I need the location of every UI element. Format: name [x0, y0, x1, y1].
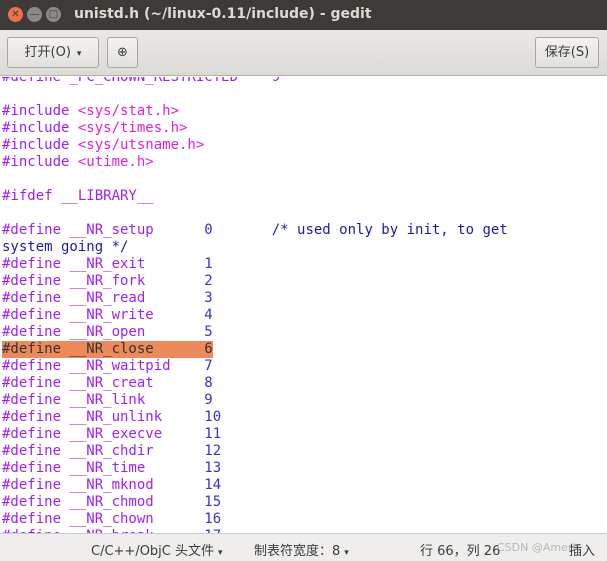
language-label: C/C++/ObjC 头文件 — [91, 544, 215, 559]
code-token: 8 — [204, 375, 213, 391]
code-token: #define _PC_CHOWN_RESTRICTED 9 — [2, 77, 281, 85]
code-line[interactable]: #define __NR_execve 11 — [2, 426, 221, 443]
close-window-button[interactable]: ✕ — [8, 7, 23, 22]
cursor-position: 行 66，列 26 — [420, 544, 501, 559]
code-line-selected[interactable]: #define __NR_close 6 — [2, 341, 213, 358]
code-token: #define __NR_read — [2, 290, 205, 306]
code-token: #define __NR_time — [2, 460, 205, 476]
code-token: #define __NR_unlink — [2, 409, 205, 425]
code-line[interactable]: #ifdef __LIBRARY__ — [2, 188, 154, 205]
code-line[interactable]: #define __NR_unlink 10 — [2, 409, 221, 426]
code-token: #define __NR_execve — [2, 426, 205, 442]
code-line[interactable]: #define __NR_mknod 14 — [2, 477, 221, 494]
code-token: #include — [2, 154, 78, 170]
code-token: 4 — [204, 307, 213, 323]
maximize-window-button[interactable]: □ — [46, 7, 61, 22]
code-line[interactable]: #define __NR_write 4 — [2, 307, 213, 324]
code-token: #define __NR_setup — [2, 222, 205, 238]
code-token: #define __NR_link — [2, 392, 205, 408]
code-line[interactable]: #define __NR_fork 2 — [2, 273, 213, 290]
code-line[interactable]: #define __NR_exit 1 — [2, 256, 213, 273]
code-line[interactable]: #define __NR_creat 8 — [2, 375, 213, 392]
new-tab-button[interactable]: ⊕ — [107, 37, 138, 68]
code-token: #define __NR_creat — [2, 375, 205, 391]
code-token: 6 — [204, 341, 213, 357]
header-bar: 打开(O) ▾ ⊕ 保存(S) — [0, 30, 607, 76]
code-token: 3 — [204, 290, 213, 306]
code-token: #define __NR_exit — [2, 256, 205, 272]
code-line[interactable]: #include <sys/times.h> — [2, 120, 187, 137]
code-line[interactable]: #include <sys/utsname.h> — [2, 137, 204, 154]
code-token: 13 — [204, 460, 222, 476]
tab-width-selector[interactable]: 制表符宽度：8 ▾ — [254, 540, 349, 559]
tab-width-label: 制表符宽度：8 — [254, 544, 341, 559]
code-token: #define __NR_open — [2, 324, 205, 340]
code-token: 10 — [204, 409, 222, 425]
code-token: #define __NR_waitpid — [2, 358, 205, 374]
code-token: #define __NR_mknod — [2, 477, 205, 493]
maximize-icon: □ — [48, 9, 59, 20]
code-line[interactable]: #include <sys/stat.h> — [2, 103, 179, 120]
code-token: 11 — [204, 426, 222, 442]
code-token: 9 — [204, 392, 213, 408]
open-button[interactable]: 打开(O) ▾ — [7, 37, 99, 68]
code-token: 14 — [204, 477, 222, 493]
code-token: 16 — [204, 511, 222, 527]
code-line[interactable]: #define __NR_read 3 — [2, 290, 213, 307]
code-token: /* used only by init, to get — [212, 222, 508, 238]
code-line[interactable]: #define __NR_open 5 — [2, 324, 213, 341]
code-token: #include — [2, 103, 78, 119]
code-line[interactable]: #include <utime.h> — [2, 154, 154, 171]
code-token: 0 — [204, 222, 213, 238]
code-token: system going */ — [2, 239, 129, 255]
save-button-label: 保存(S) — [544, 45, 590, 60]
code-token: #define __NR_close — [2, 341, 205, 357]
code-line[interactable]: #define __NR_chdir 12 — [2, 443, 221, 460]
insert-mode-indicator[interactable]: 插入 — [569, 540, 595, 559]
chevron-down-icon: ▾ — [344, 548, 349, 558]
code-line[interactable]: #define __NR_setup 0 /* used only by ini… — [2, 222, 508, 239]
code-token: <sys/stat.h> — [77, 103, 180, 119]
code-token: 7 — [204, 358, 213, 374]
chevron-down-icon: ▾ — [218, 548, 223, 558]
code-token: #define __NR_chown — [2, 511, 205, 527]
minimize-icon: — — [29, 9, 40, 20]
code-token: 15 — [204, 494, 222, 510]
open-button-label: 打开(O) — [24, 45, 71, 60]
window-title: unistd.h (~/linux-0.11/include) - gedit — [74, 6, 372, 22]
minimize-window-button[interactable]: — — [27, 7, 42, 22]
code-token: <utime.h> — [77, 154, 154, 170]
code-token: 2 — [204, 273, 213, 289]
save-button[interactable]: 保存(S) — [535, 37, 599, 68]
code-line[interactable]: #define __NR_chmod 15 — [2, 494, 221, 511]
code-token: <sys/times.h> — [77, 120, 188, 136]
new-document-icon: ⊕ — [117, 45, 128, 60]
code-line[interactable]: #define __NR_waitpid 7 — [2, 358, 213, 375]
code-token: #include — [2, 120, 78, 136]
code-token: #define __NR_chmod — [2, 494, 205, 510]
code-token: 1 — [204, 256, 213, 272]
status-bar: C/C++/ObjC 头文件 ▾ 制表符宽度：8 ▾ 行 66，列 26 CSDN … — [0, 533, 607, 561]
code-token: #define __NR_fork — [2, 273, 205, 289]
language-selector[interactable]: C/C++/ObjC 头文件 ▾ — [91, 540, 223, 559]
code-token: #include — [2, 137, 78, 153]
code-token: 12 — [204, 443, 222, 459]
code-token: #define __NR_chdir — [2, 443, 205, 459]
code-line[interactable]: #define __NR_link 9 — [2, 392, 213, 409]
code-token: 5 — [204, 324, 213, 340]
code-line[interactable]: #define __NR_time 13 — [2, 460, 221, 477]
code-token: #ifdef __LIBRARY__ — [2, 188, 154, 204]
code-editor[interactable]: #define _PC_CHOWN_RESTRICTED 9 #include <… — [0, 77, 607, 533]
code-token: #define __NR_write — [2, 307, 205, 323]
code-line[interactable]: #define __NR_chown 16 — [2, 511, 221, 528]
code-token: <sys/utsname.h> — [77, 137, 205, 153]
chevron-down-icon: ▾ — [76, 49, 82, 59]
code-line[interactable]: #define _PC_CHOWN_RESTRICTED 9 — [2, 77, 280, 86]
close-icon: ✕ — [11, 9, 20, 20]
code-line[interactable]: system going */ — [2, 239, 128, 256]
title-bar: ✕ — □ unistd.h (~/linux-0.11/include) - … — [0, 0, 607, 30]
